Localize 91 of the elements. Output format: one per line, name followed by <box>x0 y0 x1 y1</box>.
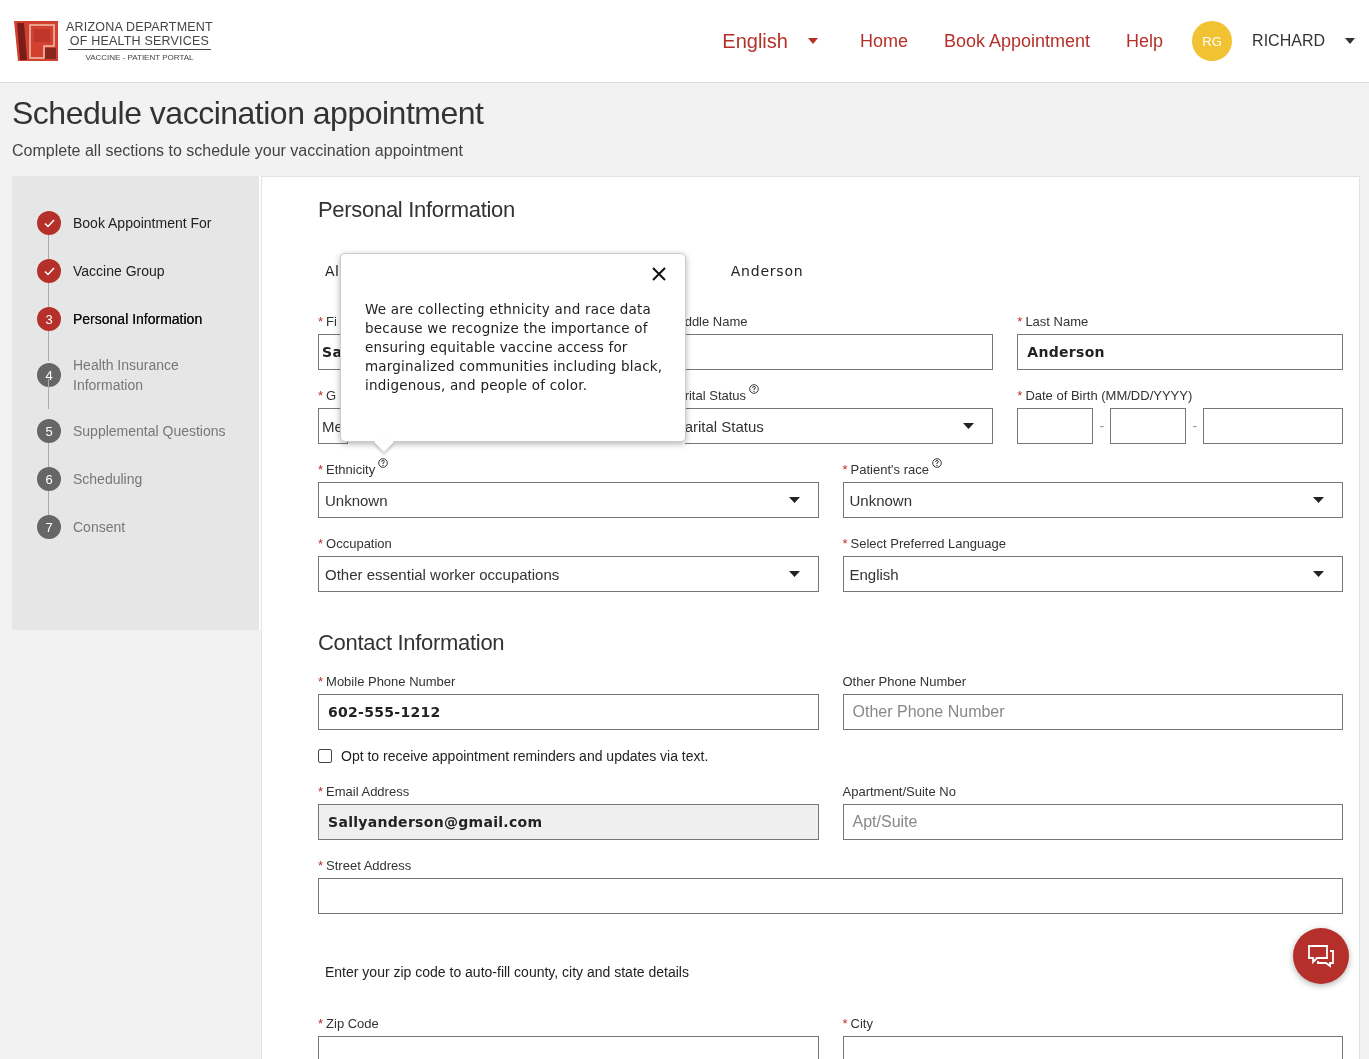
select-dropdown[interactable]: arital Status <box>684 408 994 444</box>
field-label: City <box>850 1016 873 1031</box>
select-dropdown[interactable]: Unknown <box>318 482 819 518</box>
step-number: 5 <box>45 423 53 439</box>
step-label[interactable]: Scheduling <box>73 469 143 489</box>
caret-icon <box>1345 38 1355 44</box>
field-label: Fi <box>326 314 337 329</box>
step-label[interactable]: Supplemental Questions <box>73 421 226 441</box>
date-separator: - <box>1191 418 1199 434</box>
required-mark: * <box>1017 388 1023 403</box>
field-label: Mobile Phone Number <box>326 674 456 689</box>
popover-text: We are collecting ethnicity and race data because we recognize the importance of ensuring equitable vaccine access for marginalized communities including black, indigenous, and people of color. <box>365 300 664 395</box>
field-label: Occupation <box>326 536 392 551</box>
field-label: rital Status <box>684 388 747 403</box>
required-mark: * <box>318 388 324 403</box>
caret-icon <box>788 571 800 577</box>
field-label: G <box>326 388 337 403</box>
field-label: ddle Name <box>684 314 748 329</box>
field-label: Zip Code <box>326 1016 379 1031</box>
logo-subtitle: VACCINE - PATIENT PORTAL <box>85 53 194 62</box>
required-mark: * <box>318 784 324 799</box>
input-field[interactable]: Other Phone Number <box>842 694 1343 730</box>
user-menu[interactable]: RICHARD <box>1252 32 1355 50</box>
nav-link[interactable]: Help <box>1126 30 1164 52</box>
input-field[interactable]: 602-555-1212 <box>318 694 819 730</box>
intro-text: Anderson <box>729 263 805 281</box>
field-label: Other Phone Number <box>842 674 967 689</box>
intro-text: Al <box>324 263 341 281</box>
day-field[interactable] <box>1110 408 1187 444</box>
step-number: 3 <box>45 311 53 327</box>
field-label: Ethnicity <box>326 462 376 477</box>
caret-icon <box>807 38 818 44</box>
nav-link[interactable]: Home <box>859 30 908 52</box>
page-title: Schedule vaccination appointment <box>12 95 485 132</box>
help-icon[interactable] <box>749 384 760 394</box>
input-field[interactable]: Anderson <box>1017 334 1343 370</box>
step-label[interactable]: Health Insurance Information <box>73 355 247 395</box>
step-label[interactable]: Consent <box>73 517 126 537</box>
year-field[interactable] <box>1203 408 1343 444</box>
help-icon[interactable] <box>931 458 942 468</box>
check-icon <box>43 218 55 228</box>
required-mark: * <box>1017 314 1023 329</box>
check-icon <box>43 266 55 276</box>
nav-link[interactable]: Book Appointment <box>943 30 1091 52</box>
step-label[interactable]: Vaccine Group <box>73 261 165 281</box>
required-mark: * <box>318 1016 324 1031</box>
field-label: Date of Birth (MM/DD/YYYY) <box>1025 388 1193 403</box>
select-dropdown[interactable]: English <box>842 556 1343 592</box>
required-mark: * <box>318 674 324 689</box>
required-mark: * <box>842 536 848 551</box>
required-mark: * <box>318 858 324 873</box>
field-label: Street Address <box>326 858 412 873</box>
helper-text: Enter your zip code to auto-fill county, city and state details <box>325 964 690 980</box>
step-number: 6 <box>45 471 53 487</box>
field-label: Select Preferred Language <box>850 536 1006 551</box>
caret-icon <box>963 423 975 429</box>
required-mark: * <box>318 314 324 329</box>
field-label: Email Address <box>326 784 410 799</box>
required-mark: * <box>842 462 848 477</box>
chat-icon <box>1308 944 1334 968</box>
section-title: Contact Information <box>318 630 506 656</box>
checkbox-label: Opt to receive appointment reminders and updates via text. <box>341 748 709 764</box>
required-mark: * <box>842 1016 848 1031</box>
step-number: 4 <box>45 367 53 383</box>
logo-title: ARIZONA DEPARTMENT <box>66 20 213 34</box>
help-icon[interactable] <box>378 458 389 468</box>
input-field[interactable] <box>318 878 1343 914</box>
checkbox[interactable] <box>318 749 332 763</box>
field-label: Patient's race <box>850 462 929 477</box>
input-field[interactable] <box>684 334 994 370</box>
select-dropdown[interactable]: Unknown <box>842 482 1343 518</box>
date-separator: - <box>1098 418 1106 434</box>
select-dropdown[interactable]: Other essential worker occupations <box>318 556 819 592</box>
caret-icon <box>788 497 800 503</box>
caret-icon <box>1313 571 1324 577</box>
field-label: Last Name <box>1025 314 1089 329</box>
month-field[interactable] <box>1017 408 1094 444</box>
logo-icon <box>14 20 60 62</box>
page-subtitle: Complete all sections to schedule your vaccination appointment <box>12 142 464 160</box>
step-label[interactable]: Personal Information <box>73 309 203 329</box>
close-icon[interactable] <box>652 267 666 281</box>
required-mark: * <box>318 462 324 477</box>
required-mark: * <box>318 536 324 551</box>
input-field[interactable]: Apt/Suite <box>842 804 1343 840</box>
section-title: Personal Information <box>318 197 516 223</box>
caret-icon <box>1313 497 1324 503</box>
step-number: 7 <box>45 519 53 535</box>
logo-title: OF HEALTH SERVICES <box>67 34 212 50</box>
step-label[interactable]: Book Appointment For <box>73 213 212 233</box>
language-dropdown[interactable]: English <box>722 29 818 53</box>
field-label: Apartment/Suite No <box>842 784 956 799</box>
